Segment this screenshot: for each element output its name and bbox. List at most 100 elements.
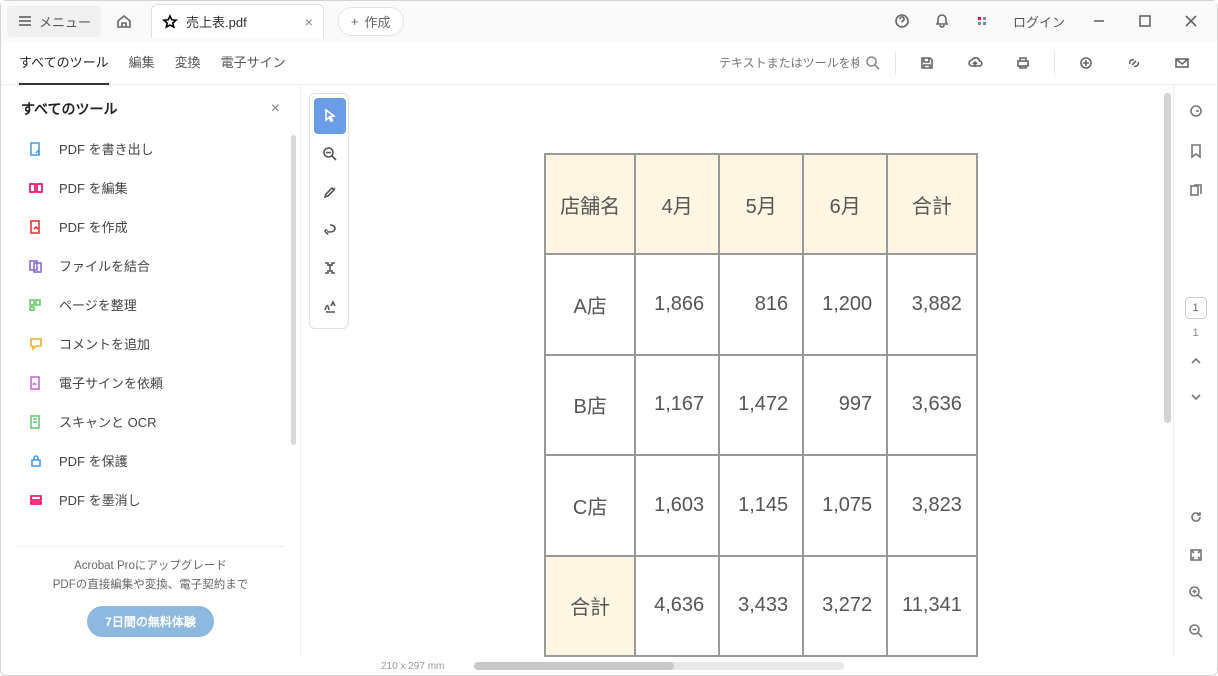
lock-icon (28, 453, 44, 469)
sidebar-item-export[interactable]: PDF を書き出し (17, 129, 292, 168)
horizontal-scrollbar[interactable] (474, 662, 844, 670)
minimize-button[interactable] (1079, 4, 1119, 38)
create-icon (28, 219, 44, 235)
page-viewport[interactable]: 店舗名 4月 5月 6月 合計 A店 1,866 816 1,200 3,882… (349, 85, 1173, 657)
home-button[interactable] (107, 4, 141, 38)
comment-icon (28, 336, 44, 352)
th-may: 5月 (719, 154, 803, 254)
data-table: 店舗名 4月 5月 6月 合計 A店 1,866 816 1,200 3,882… (544, 153, 978, 657)
text-tool[interactable] (314, 250, 346, 286)
sidebar-item-label: PDF を墨消し (59, 490, 141, 509)
sidebar-item-redact[interactable]: PDF を墨消し (17, 480, 292, 519)
minimize-icon (1091, 13, 1107, 29)
help-button[interactable] (885, 4, 919, 38)
maximize-button[interactable] (1125, 4, 1165, 38)
menu-button[interactable]: メニュー (7, 6, 101, 37)
sidebar-item-create[interactable]: PDF を作成 (17, 207, 292, 246)
sidebar-item-request-sign[interactable]: 電子サインを依頼 (17, 363, 292, 402)
maximize-icon (1137, 13, 1153, 29)
document-scrollbar[interactable] (1164, 93, 1171, 423)
login-button[interactable]: ログイン (1005, 8, 1073, 35)
sidebar-scrollbar[interactable] (291, 135, 296, 445)
table-row: C店 1,603 1,145 1,075 3,823 (545, 455, 977, 555)
organize-icon (28, 297, 44, 313)
link-icon (1126, 55, 1142, 71)
status-bar: 210 x 297 mm (1, 657, 1217, 675)
search-input[interactable] (719, 56, 859, 70)
sidebar-item-label: ファイルを結合 (59, 256, 150, 275)
edit-icon (28, 180, 44, 196)
print-button[interactable] (1006, 46, 1040, 80)
sidebar-item-protect[interactable]: PDF を保護 (17, 441, 292, 480)
plus-icon: + (351, 14, 359, 29)
save-button[interactable] (910, 46, 944, 80)
fit-button[interactable] (1182, 541, 1210, 569)
th-apr: 4月 (635, 154, 719, 254)
right-rail: 1 1 (1173, 85, 1217, 657)
zoom-in-button[interactable] (1182, 579, 1210, 607)
rotate-button[interactable] (1182, 503, 1210, 531)
close-icon (1183, 13, 1199, 29)
tab-esign[interactable]: 電子サイン (221, 40, 286, 85)
sidebar-item-label: PDF を書き出し (59, 139, 154, 158)
bell-button[interactable] (925, 4, 959, 38)
table-row: B店 1,167 1,472 997 3,636 (545, 355, 977, 455)
menu-label: メニュー (39, 12, 91, 31)
page-down-button[interactable] (1182, 383, 1210, 411)
panel-button[interactable] (1182, 97, 1210, 125)
combine-icon (28, 258, 44, 274)
highlight-tool[interactable] (314, 174, 346, 210)
search-icon (865, 55, 881, 71)
bookmark-icon (1188, 143, 1204, 159)
chevron-down-icon (1188, 389, 1204, 405)
sidebar-item-label: ページを整理 (59, 295, 137, 314)
tab-close-button[interactable]: × (305, 14, 313, 30)
link-button[interactable] (1117, 46, 1151, 80)
zoom-tool[interactable] (314, 136, 346, 172)
tab-all-tools[interactable]: すべてのツール (19, 40, 109, 85)
sidebar-close-button[interactable]: × (271, 100, 280, 118)
sidebar-item-scan-ocr[interactable]: スキャンと OCR (17, 402, 292, 441)
tab-edit[interactable]: 編集 (129, 40, 155, 85)
search-box[interactable] (719, 55, 881, 71)
file-tab[interactable]: 売上表.pdf × (151, 4, 324, 38)
table-row: A店 1,866 816 1,200 3,882 (545, 254, 977, 354)
table-row-total: 合計 4,636 3,433 3,272 11,341 (545, 556, 977, 656)
ai-button[interactable] (1069, 46, 1103, 80)
sidebar-item-comment[interactable]: コメントを追加 (17, 324, 292, 363)
cloud-button[interactable] (958, 46, 992, 80)
apps-icon (978, 17, 986, 25)
th-store: 店舗名 (545, 154, 635, 254)
page-up-button[interactable] (1182, 347, 1210, 375)
help-icon (894, 13, 910, 29)
home-icon (116, 13, 132, 29)
sidebar-list: PDF を書き出し PDF を編集 PDF を作成 ファイルを結合 ページを整理… (1, 129, 300, 546)
sidebar-item-edit[interactable]: PDF を編集 (17, 168, 292, 207)
sidebar-item-label: スキャンと OCR (59, 412, 157, 431)
sidebar-item-organize[interactable]: ページを整理 (17, 285, 292, 324)
sidebar-title: すべてのツール (21, 99, 117, 119)
tab-convert[interactable]: 変換 (175, 40, 201, 85)
redact-icon (28, 492, 44, 508)
zoom-out-button[interactable] (1182, 617, 1210, 645)
bookmark-button[interactable] (1182, 137, 1210, 165)
apps-button[interactable] (965, 4, 999, 38)
pages-icon (1188, 183, 1204, 199)
sidebar-item-label: PDF を編集 (59, 178, 128, 197)
sidebar-item-combine[interactable]: ファイルを結合 (17, 246, 292, 285)
sidebar-item-label: コメントを追加 (59, 334, 150, 353)
bell-icon (934, 13, 950, 29)
sign-tool[interactable] (314, 288, 346, 324)
print-icon (1015, 55, 1031, 71)
zoom-out-icon (1188, 623, 1204, 639)
mail-button[interactable] (1165, 46, 1199, 80)
mail-icon (1174, 55, 1190, 71)
pages-button[interactable] (1182, 177, 1210, 205)
new-tab-button[interactable]: + 作成 (338, 7, 404, 36)
close-button[interactable] (1171, 4, 1211, 38)
draw-tool[interactable] (314, 212, 346, 248)
trial-button[interactable]: 7日間の無料体験 (87, 606, 214, 637)
select-tool[interactable] (314, 98, 346, 134)
zoom-out-icon (322, 146, 338, 162)
page-current[interactable]: 1 (1185, 297, 1207, 319)
